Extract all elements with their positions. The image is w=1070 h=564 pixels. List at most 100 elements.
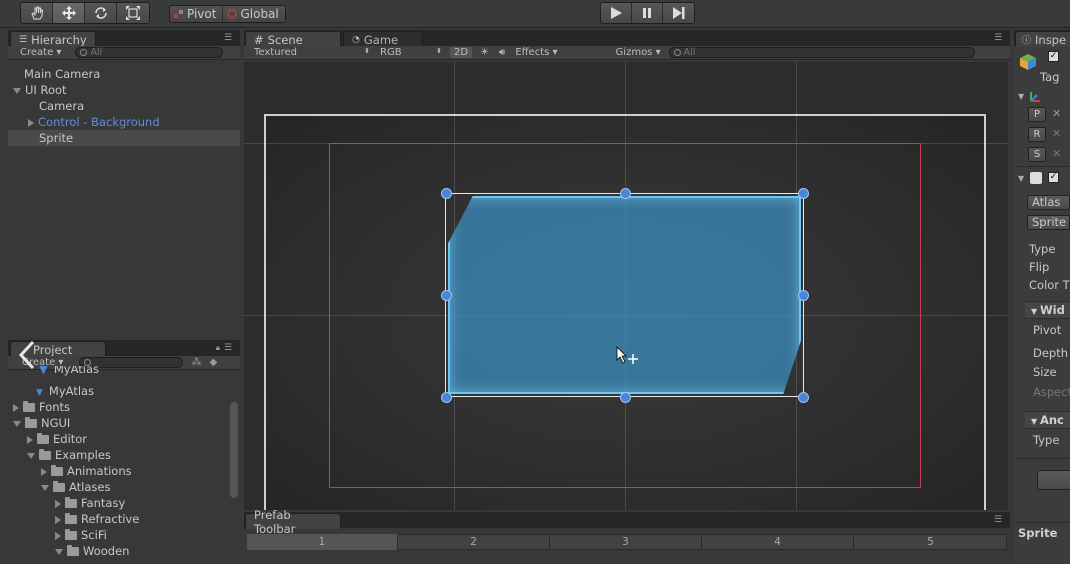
inspector-tabbar: ⓘ Inspe [1014,30,1070,47]
clear-position-icon[interactable]: ✕ [1052,107,1061,120]
project-item-scifi[interactable]: SciFi [8,527,240,543]
tree-item-ui-root[interactable]: UI Root [8,82,240,98]
hand-tool-button[interactable] [21,3,53,23]
rotate-tool-button[interactable] [85,3,117,23]
tab-prefab-toolbar[interactable]: Prefab Toolbar [245,508,341,536]
project-item-animations[interactable]: Animations [8,463,240,479]
expand-arrow-icon[interactable] [13,420,21,427]
effects-dropdown[interactable]: Effects ▾ [515,47,557,58]
step-button[interactable] [663,3,694,23]
tab-game[interactable]: ◔ Game [343,31,423,47]
expand-arrow-icon[interactable] [27,435,33,444]
tree-item-camera[interactable]: Camera [8,98,240,114]
effects-label: Effects [515,47,550,58]
tab-scene[interactable]: # Scene [245,31,341,47]
project-item-fonts[interactable]: Fonts [8,399,240,415]
scene-subbar: Textured ⬍ RGB ⬍ 2D ☀ 🔊︎ Effects ▾ Gizmos … [244,46,1010,60]
prefab-page-3[interactable]: 3 [550,534,702,550]
expand-arrow-icon[interactable] [28,118,34,127]
resize-handle-bottom-left[interactable] [440,391,452,403]
tree-item-sprite[interactable]: Sprite [8,130,240,146]
expand-arrow-icon[interactable] [55,499,61,508]
resize-handle-top-right[interactable] [797,187,809,199]
scene-viewport[interactable] [244,62,1008,510]
panel-menu-icon[interactable]: ☰ [994,516,1006,525]
lock-icon[interactable]: 🔒︎ [216,343,220,353]
project-item-atlases[interactable]: Atlases [8,479,240,495]
gizmos-dropdown[interactable]: Gizmos ▾ [616,47,661,58]
move-tool-button[interactable] [53,3,85,23]
expand-arrow-icon[interactable] [13,403,19,412]
lighting-icon[interactable]: ☀ [480,47,489,58]
expand-arrow-icon[interactable] [55,548,63,555]
project-scrollbar[interactable] [230,402,238,498]
tab-hierarchy[interactable]: ☰ Hierarchy [10,31,96,47]
prefab-page-1[interactable]: 1 [247,534,398,550]
resize-handle-bottom-right[interactable] [797,391,809,403]
project-item-label: Fonts [39,400,71,414]
global-button[interactable]: Global [223,6,284,22]
render-mode-dropdown[interactable]: Textured ⬍ [254,47,370,58]
tree-item-control-background[interactable]: Control - Background [8,114,240,130]
reset-position-button[interactable]: P [1028,107,1046,122]
pause-button[interactable] [632,3,663,23]
clear-scale-icon[interactable]: ✕ [1052,147,1061,160]
prefab-page-4[interactable]: 4 [702,534,854,550]
project-item-refractive[interactable]: Refractive [8,511,240,527]
hierarchy-panel: ☰ Hierarchy ☰ Create ▾ All Main Camera U… [8,30,240,336]
project-item-myatlas[interactable]: ▼ MyAtlas [8,383,240,399]
expand-arrow-icon[interactable] [41,467,47,476]
resize-handle-top[interactable] [619,187,631,199]
project-item-editor[interactable]: Editor [8,431,240,447]
hierarchy-create-button[interactable]: Create ▾ [20,47,61,58]
reset-rotation-button[interactable]: R [1028,127,1046,142]
resize-handle-left[interactable] [440,289,452,301]
expand-arrow-icon[interactable] [55,515,61,524]
hierarchy-search-input[interactable]: All [75,47,224,58]
expand-arrow-icon[interactable] [13,87,21,94]
expand-arrow-icon[interactable] [55,531,61,540]
project-item-wooden[interactable]: Wooden [8,543,240,559]
prefab-page-2[interactable]: 2 [398,534,550,550]
folder-icon [67,545,79,556]
toggle-2d-button[interactable]: 2D [450,47,473,58]
game-tab-label: Game [363,32,399,47]
pivot-button[interactable]: Pivot [170,6,224,22]
resize-handle-right[interactable] [797,289,809,301]
anchors-section-header[interactable]: ▼ Anc [1025,411,1070,429]
prefab-page-label: 1 [318,536,326,548]
grid-icon: # [254,32,264,47]
project-item-myatlas-partial[interactable]: ▼ MyAtlas [8,366,240,376]
panel-menu-icon[interactable]: ☰ [224,344,236,353]
prefab-page-5[interactable]: 5 [854,534,1007,550]
atlas-button[interactable]: Atlas [1027,195,1070,210]
project-item-fantasy[interactable]: Fantasy [8,495,240,511]
clear-rotation-icon[interactable]: ✕ [1052,127,1061,140]
expand-arrow-icon[interactable] [27,452,35,459]
resize-handle-bottom[interactable] [619,391,631,403]
panel-menu-icon[interactable]: ☰ [224,34,236,43]
audio-icon[interactable]: 🔊︎ [499,47,505,58]
active-checkbox[interactable]: ✓ [1048,51,1059,62]
tab-inspector[interactable]: ⓘ Inspe [1015,31,1070,47]
project-item-examples[interactable]: Examples [8,447,240,463]
expand-arrow-icon[interactable] [41,484,49,491]
panel-menu-icon[interactable]: ☰ [994,34,1006,43]
project-item-ngui[interactable]: NGUI [8,415,240,431]
rotation-button-label: R [1033,129,1041,140]
widget-section-header[interactable]: ▼ Wid [1025,301,1070,319]
scene-search-input[interactable]: All [668,47,975,58]
tree-item-main-camera[interactable]: Main Camera [8,66,240,82]
scene-tab-label: Scene [267,32,303,47]
color-mode-dropdown[interactable]: RGB ⬍ [380,47,442,58]
sprite-button[interactable]: Sprite [1027,215,1070,230]
component-enabled-checkbox[interactable]: ✓ [1048,172,1059,183]
add-component-button[interactable] [1037,470,1070,490]
back-chevron-icon[interactable] [17,340,37,370]
collapse-arrow-icon[interactable]: ▼ [1018,174,1024,183]
resize-handle-top-left[interactable] [440,187,452,199]
scale-tool-button[interactable] [117,3,149,23]
collapse-arrow-icon[interactable]: ▼ [1018,92,1024,101]
play-button[interactable] [601,3,632,23]
reset-scale-button[interactable]: S [1028,147,1046,162]
